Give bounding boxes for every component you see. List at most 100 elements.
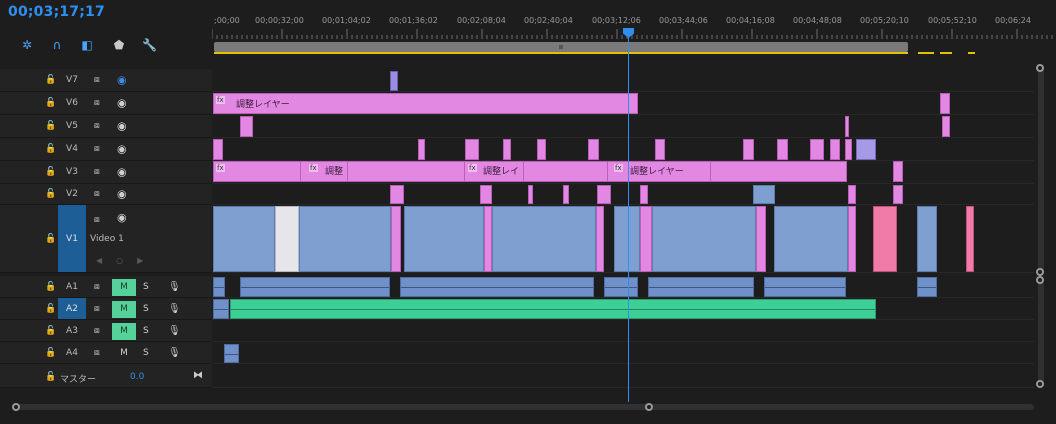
adjustment-layer-clip[interactable] [830,139,840,160]
adjustment-layer-clip[interactable] [240,116,253,137]
clip[interactable] [753,185,775,204]
sync-lock-icon[interactable]: ⧈ [94,326,100,336]
zoom-handle-right[interactable] [645,403,653,411]
adjustment-layer-clip[interactable] [893,161,903,182]
sync-lock-icon[interactable]: ⧈ [94,98,100,108]
adjustment-layer-clip[interactable] [391,206,401,272]
eye-icon[interactable]: ◉ [117,188,127,201]
track-row-v5[interactable] [212,115,1034,138]
lock-icon[interactable]: 🔓 [45,144,56,154]
adjustment-layer-clip[interactable] [942,116,950,137]
eye-icon[interactable]: ◉ [117,120,127,133]
scroll-handle[interactable] [1036,276,1044,284]
audio-clip[interactable] [213,299,229,319]
playhead-line[interactable] [628,28,629,402]
adjustment-layer-clip[interactable] [756,206,766,272]
video-clip[interactable] [275,206,299,272]
adjustment-layer-clip[interactable] [597,185,611,204]
sync-lock-icon[interactable]: ⧈ [94,215,100,225]
marker-icon[interactable]: ⬟ [112,38,126,52]
adjustment-layer-clip[interactable] [848,185,856,204]
mic-icon[interactable]: 🎙 [168,325,181,336]
video-clip[interactable] [614,206,640,272]
adjustment-layer-clip[interactable] [640,206,652,272]
eye-hidden-icon[interactable]: ◉ [117,74,127,87]
track-header-v7[interactable]: 🔓 V7 ⧈ ◉ [0,69,212,92]
lock-icon[interactable]: 🔓 [45,189,56,199]
lock-icon[interactable]: 🔓 [45,121,56,131]
track-header-v3[interactable]: 🔓 V3 ⧈ ◉ [0,161,212,184]
horizontal-scroll-track[interactable] [16,404,1034,410]
master-volume[interactable]: 0.0 [130,372,144,382]
adjustment-layer-clip[interactable] [563,185,569,204]
adjustment-layer-clip[interactable] [743,139,754,160]
mic-icon[interactable]: 🎙 [168,281,181,292]
sync-lock-icon[interactable]: ⧈ [94,348,100,358]
track-header-master[interactable] [0,364,212,388]
mute-button[interactable]: M [112,301,136,318]
eye-icon[interactable]: ◉ [117,166,127,179]
adjustment-layer-clip[interactable] [940,93,950,114]
scroll-handle[interactable] [1036,64,1044,72]
video-clip[interactable] [299,206,391,272]
solo-button[interactable]: S [143,304,149,314]
video-clip[interactable] [652,206,756,272]
sync-lock-icon[interactable]: ⧈ [94,144,100,154]
audio-clip[interactable] [400,277,594,297]
snap-icon[interactable]: ✲ [20,38,34,52]
track-header-a4[interactable]: 🔓 A4 ⧈ M S 🎙 [0,342,212,364]
mute-button[interactable]: M [112,345,136,362]
adjustment-layer-clip[interactable]: fx 調整 [300,161,348,182]
playhead-timecode[interactable]: 00;03;17;17 [8,4,105,20]
lock-icon[interactable]: 🔓 [45,372,56,382]
track-header-a3[interactable]: 🔓 A3 ⧈ M S 🎙 [0,320,212,342]
lock-icon[interactable]: 🔓 [45,304,56,314]
adjustment-layer-clip[interactable] [213,139,223,160]
adjustment-layer-clip[interactable] [640,185,648,204]
zoom-handle-left[interactable] [12,403,20,411]
add-marker-icon[interactable]: ◧ [80,38,94,52]
solo-button[interactable]: S [143,326,149,336]
audio-clip[interactable] [224,344,239,363]
track-header-v4[interactable]: 🔓 V4 ⧈ ◉ [0,138,212,161]
audio-clip[interactable] [240,277,390,297]
mic-icon[interactable]: 🎙 [168,303,181,314]
adjustment-layer-clip[interactable] [484,206,492,272]
sync-lock-icon[interactable]: ⧈ [94,75,100,85]
track-row-a3[interactable] [212,320,1034,342]
adjustment-layer-clip[interactable] [655,139,665,160]
audio-clip[interactable] [764,277,846,297]
video-clip[interactable] [873,206,897,272]
audio-clip[interactable] [648,277,754,297]
adjustment-layer-clip[interactable] [845,116,849,137]
adjustment-layer-clip[interactable] [893,185,903,204]
adjustment-layer-clip[interactable] [537,139,546,160]
adjustment-layer-clip[interactable] [390,185,404,204]
lock-icon[interactable]: 🔓 [45,167,56,177]
track-header-a2[interactable]: 🔓 A2 ⧈ M S 🎙 [0,298,212,320]
sync-lock-icon[interactable]: ⧈ [94,282,100,292]
go-to-end-icon[interactable]: ⧓ [193,370,203,381]
adjustment-layer-clip[interactable]: fx 調整レイ [464,161,524,182]
clip[interactable] [390,71,398,91]
solo-button[interactable]: S [143,348,149,358]
track-row-a4[interactable] [212,342,1034,364]
track-row-v2[interactable] [212,184,1034,205]
adjustment-layer-clip[interactable] [480,185,492,204]
adjustment-layer-clip[interactable] [810,139,824,160]
track-header-a1[interactable]: 🔓 A1 ⧈ M S 🎙 [0,276,212,298]
video-clip[interactable] [774,206,848,272]
eye-icon[interactable]: ◉ [117,97,127,110]
adjustment-layer-clip[interactable] [845,139,852,160]
track-header-v6[interactable]: 🔓 V6 ⧈ ◉ [0,92,212,115]
lock-icon[interactable]: 🔓 [45,348,56,358]
adjustment-layer-clip[interactable] [848,206,856,272]
sync-lock-icon[interactable]: ⧈ [94,121,100,131]
scroll-handle[interactable] [1036,268,1044,276]
lock-icon[interactable]: 🔓 [45,282,56,292]
lock-icon[interactable]: 🔓 [45,75,56,85]
audio-clip[interactable] [213,277,225,297]
adjustment-layer-clip[interactable]: fx 調整レイヤー [213,93,638,114]
mic-icon[interactable]: 🎙 [168,347,181,358]
sync-lock-icon[interactable]: ⧈ [94,167,100,177]
